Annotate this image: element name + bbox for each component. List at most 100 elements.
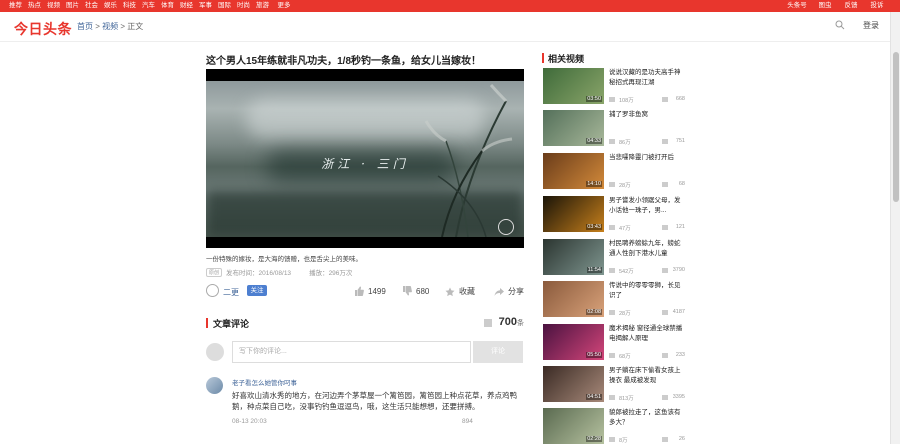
original-badge: 原创 (206, 267, 223, 277)
crumb-video[interactable]: 视频 (102, 22, 118, 31)
related-video-title[interactable]: 男子嘗发小领踞父母，发小话他一珠子，男... (609, 196, 685, 216)
section-accent-bar (542, 53, 544, 63)
play-count-icon (609, 139, 615, 144)
related-video-title[interactable]: 说说汉藏的是功夫高手神秘招式再现江湖 (609, 68, 685, 88)
nav-item[interactable]: 视频 (44, 0, 63, 12)
video-thumbnail[interactable]: 02:28 (543, 408, 604, 444)
nav-toutiaohao[interactable]: 头条号 (782, 0, 812, 12)
related-play-count: 108万 (619, 98, 634, 104)
nav-item[interactable]: 体育 (158, 0, 177, 12)
related-video-title[interactable]: 捕了罗非鱼窝 (609, 110, 685, 120)
related-comment-count: 233 (675, 352, 685, 358)
nav-more[interactable]: 更多 (272, 0, 296, 12)
share-button[interactable]: 分享 (494, 286, 524, 297)
search-icon[interactable] (835, 20, 845, 30)
nav-item[interactable]: 图片 (63, 0, 82, 12)
author-avatar[interactable] (206, 284, 219, 297)
related-video-item[interactable]: 11:54 村民聘养螃蜍九年，螃蛇通人性剖下港水儿童 542万 3790 (543, 239, 685, 277)
play-count-icon (609, 97, 615, 102)
nav-item[interactable]: 娱乐 (101, 0, 120, 12)
comment-count: 700条 (499, 316, 524, 328)
nav-tuchong[interactable]: 图虫 (812, 0, 838, 12)
play-count-icon (609, 353, 615, 358)
publish-time: 发布时间：2016/08/13 (226, 270, 292, 277)
comment-icon (662, 395, 668, 400)
related-video-title[interactable]: 魔术揭秘 窗径通全球禁播 电揭解人原理 (609, 324, 685, 344)
thumbs-down-icon (403, 286, 412, 296)
related-video-item[interactable]: 03:50 说说汉藏的是功夫高手神秘招式再现江湖 108万 668 (543, 68, 685, 106)
video-thumbnail[interactable]: 03:50 (543, 68, 604, 104)
video-duration: 05:50 (586, 352, 602, 358)
crumb-separator: > (95, 22, 100, 31)
crumb-home[interactable]: 首页 (77, 22, 93, 31)
dislike-button[interactable]: 680 (402, 286, 429, 296)
login-button[interactable]: 登录 (863, 20, 879, 31)
video-thumbnail[interactable]: 03:43 (543, 196, 604, 232)
nav-item[interactable]: 军事 (196, 0, 215, 12)
nav-item[interactable]: 社会 (82, 0, 101, 12)
breadcrumb: 首页 > 视频 > 正文 (77, 21, 143, 32)
related-video-item[interactable]: 04:33 捕了罗非鱼窝 86万 751 (543, 110, 685, 148)
video-player[interactable]: 浙江 · 三门 (206, 69, 524, 248)
video-duration: 03:50 (586, 96, 602, 102)
star-icon (445, 287, 455, 296)
related-video-item[interactable]: 14:10 当悲嚯降靈门被打开后 28万 68 (543, 153, 685, 191)
related-video-item[interactable]: 02:28 貌郎被拉走了，这鱼该有多大？ 8万 26 (543, 408, 685, 446)
nav-feedback[interactable]: 反馈 (838, 0, 864, 12)
video-thumbnail[interactable]: 04:33 (543, 110, 604, 146)
related-video-item[interactable]: 02:08 传说中的零零零狮，长见识了 28万 4187 (543, 281, 685, 319)
play-count-icon (609, 310, 615, 315)
related-video-title[interactable]: 当悲嚯降靈门被打开后 (609, 153, 685, 163)
article-meta: 原创 发布时间：2016/08/13 播放：296万次 (206, 267, 352, 277)
video-thumbnail[interactable]: 14:10 (543, 153, 604, 189)
related-video-title[interactable]: 貌郎被拉走了，这鱼该有多大？ (609, 408, 685, 428)
related-video-title[interactable]: 男子躺在床下偷看女孩上操衣 最成被发现 (609, 366, 685, 386)
video-frame[interactable]: 浙江 · 三门 (206, 81, 524, 237)
comment-icon (662, 139, 668, 144)
comment-input[interactable]: 写下你的评论... (232, 341, 471, 363)
crumb-separator: > (120, 22, 126, 31)
video-thumbnail[interactable]: 11:54 (543, 239, 604, 275)
play-count: 播放：296万次 (309, 270, 353, 277)
nav-item[interactable]: 热点 (25, 0, 44, 12)
nav-item[interactable]: 推荐 (6, 0, 25, 12)
related-comment-count: 3395 (672, 394, 685, 400)
comment-like-count[interactable]: 894 (462, 418, 473, 425)
video-thumbnail[interactable]: 04:51 (543, 366, 604, 402)
video-duration: 11:54 (586, 267, 602, 273)
video-duration: 02:28 (586, 436, 602, 442)
scrollbar-thumb[interactable] (893, 52, 899, 202)
comment-icon (484, 319, 492, 327)
commenter-avatar[interactable] (206, 377, 223, 394)
comment-icon (662, 437, 668, 442)
commenter-name[interactable]: 老子看怎么她管你叼事 (232, 377, 297, 387)
nav-item[interactable]: 国际 (215, 0, 234, 12)
page-scrollbar[interactable] (890, 12, 900, 444)
comment-icon (662, 97, 668, 102)
related-comment-count: 751 (675, 138, 685, 144)
nav-item[interactable]: 科技 (120, 0, 139, 12)
related-video-item[interactable]: 05:50 魔术揭秘 窗径通全球禁播 电揭解人原理 68万 233 (543, 324, 685, 362)
related-video-title[interactable]: 传说中的零零零狮，长见识了 (609, 281, 685, 301)
collect-label: 收藏 (459, 287, 475, 296)
crumb-current: 正文 (127, 22, 144, 31)
author-name[interactable]: 二更 (223, 287, 239, 298)
nav-item[interactable]: 时尚 (234, 0, 253, 12)
play-count-icon (609, 182, 615, 187)
comment-submit-button[interactable]: 评论 (473, 341, 523, 363)
related-video-title[interactable]: 村民聘养螃蜍九年，螃蛇通人性剖下港水儿童 (609, 239, 685, 259)
like-button[interactable]: 1499 (354, 286, 386, 296)
nav-complaint[interactable]: 投诉 (864, 0, 890, 12)
site-logo[interactable]: 今日头条 (14, 19, 72, 39)
video-thumbnail[interactable]: 02:08 (543, 281, 604, 317)
video-thumbnail[interactable]: 05:50 (543, 324, 604, 360)
collect-button[interactable]: 收藏 (445, 286, 475, 297)
top-nav-right: 头条号 图虫 反馈 投诉 (782, 0, 890, 12)
comment-text: 好喜欢山清水秀的地方，在河边弄个茅草屋一个篱笆园，篱笆园上种点花草，养点鸡鸭鹅，… (232, 391, 517, 411)
follow-button[interactable]: 关注 (247, 285, 267, 296)
related-video-item[interactable]: 03:43 男子嘗发小领踞父母，发小话他一珠子，男... 47万 121 (543, 196, 685, 234)
nav-item[interactable]: 汽车 (139, 0, 158, 12)
nav-item[interactable]: 财经 (177, 0, 196, 12)
nav-item[interactable]: 旅游 (253, 0, 272, 12)
related-video-item[interactable]: 04:51 男子躺在床下偷看女孩上操衣 最成被发现 813万 3395 (543, 366, 685, 404)
